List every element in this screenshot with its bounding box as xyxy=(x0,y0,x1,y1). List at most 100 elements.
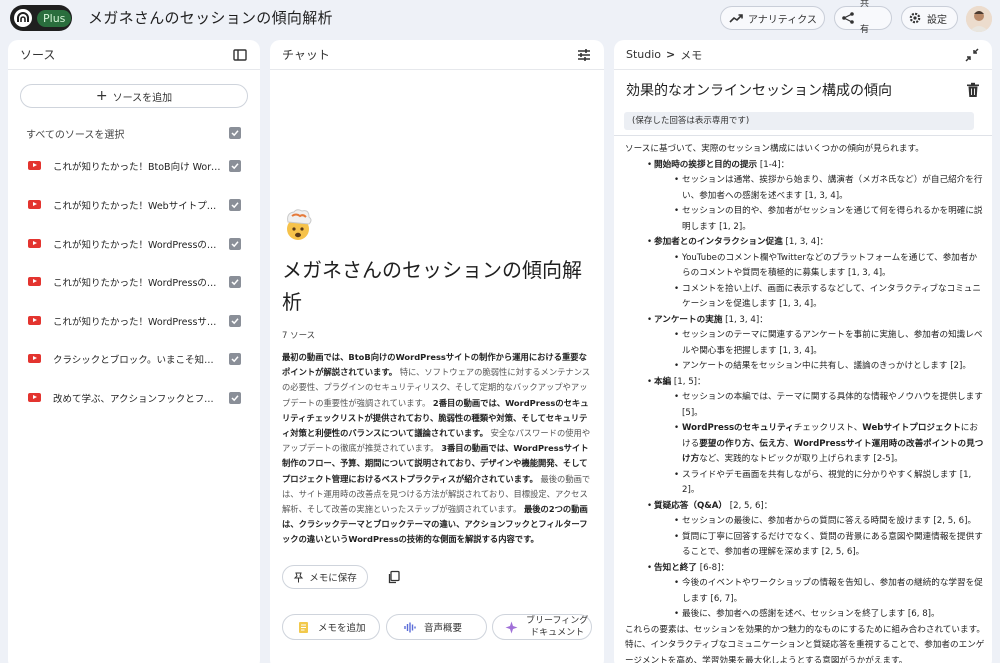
memo-text-segment: [2, 5, 6]： xyxy=(727,500,773,511)
youtube-icon xyxy=(28,316,41,325)
memo-section-item: 本編 [1, 5]： xyxy=(625,375,985,391)
save-to-memo-button[interactable]: メモに保存 xyxy=(282,565,368,589)
avatar[interactable] xyxy=(966,6,992,32)
source-item[interactable]: これが知りたかった！WordPressのセキュリティ xyxy=(8,235,260,255)
collapse-icon[interactable] xyxy=(964,47,980,63)
audio-overview-button[interactable]: 音声概要 xyxy=(386,614,487,640)
memo-section-item: アンケートの実施 [1, 3, 4]： xyxy=(625,313,985,329)
breadcrumb: Studio > メモ xyxy=(626,47,702,63)
briefing-label-line-2: ドキュメント xyxy=(530,628,585,638)
checkbox-checked-icon xyxy=(231,241,239,248)
add-source-button[interactable]: + ソースを追加 xyxy=(20,84,248,108)
briefing-label-line-1: ブリーフィング xyxy=(526,616,589,626)
gear-icon xyxy=(909,12,921,24)
source-checkbox[interactable] xyxy=(229,238,241,250)
top-bar: Plus メガネさんのセッションの傾向解析 アナリティクス 共有 設定 xyxy=(0,0,1000,38)
memo-section-item: 開始時の挨拶と目的の提示 [1-4]： xyxy=(625,158,985,174)
sources-header: ソース xyxy=(8,40,260,70)
settings-button[interactable]: 設定 xyxy=(901,6,958,30)
source-item[interactable]: これが知りたかった！Webサイトプロジェクト xyxy=(8,196,260,216)
exploding-head-emoji-icon xyxy=(287,209,312,240)
youtube-icon xyxy=(28,277,41,286)
memo-text-segment: 要望の作り方、伝え方 xyxy=(699,438,786,449)
pin-icon xyxy=(294,572,304,582)
share-label: 共有 xyxy=(860,0,872,36)
chat-title: チャット xyxy=(282,48,330,62)
memo-bullet-item: セッションの最後に、参加者からの質問に答える時間を設けます [2, 5, 6]。 xyxy=(625,514,985,530)
checkbox-checked-icon xyxy=(231,163,239,170)
youtube-icon xyxy=(28,354,41,363)
sources-title: ソース xyxy=(20,48,56,62)
source-item[interactable]: これが知りたかった！WordPressサイト制作 xyxy=(8,312,260,332)
sidebar-toggle-icon[interactable] xyxy=(232,47,248,63)
memo-text-segment: セッションは通常、挨拶から始まり、講演者（メガネ氏など）が自己紹介を行い、参加者… xyxy=(682,175,983,201)
source-item[interactable]: クラシックとブロック。いまこそ知りたい xyxy=(8,350,260,370)
avatar-image xyxy=(966,6,992,32)
notebook-title[interactable]: メガネさんのセッションの傾向解析 xyxy=(88,7,333,28)
source-checkbox[interactable] xyxy=(229,160,241,172)
add-memo-button[interactable]: メモを追加 xyxy=(282,614,380,640)
trash-icon[interactable] xyxy=(966,82,980,98)
source-checkbox[interactable] xyxy=(229,392,241,404)
audio-waveform-icon xyxy=(404,622,416,632)
source-item[interactable]: これが知りたかった！BtoB向け WordPressサイト xyxy=(8,157,260,177)
studio-panel: Studio > メモ 効果的なオンラインセッション構成の傾向 (保存した回答は… xyxy=(614,40,992,663)
memo-text-segment: コメントを拾い上げ、画面に表示するなどして、インタラクティブなコミュニケーション… xyxy=(682,283,981,310)
memo-bullet-item: 今後のイベントやワークショップの情報を告知し、参加者の継続的な学習を促します [… xyxy=(625,576,985,607)
memo-section-item: 告知と終了 [6-8]： xyxy=(625,561,985,577)
share-label-line-1: 共 xyxy=(860,0,870,9)
source-title: 改めて学ぶ、アクションフックとフィルターフック xyxy=(53,394,223,405)
memo-title: 効果的なオンラインセッション構成の傾向 xyxy=(626,83,892,99)
select-all-label: すべてのソースを選択 xyxy=(26,130,125,141)
source-checkbox[interactable] xyxy=(229,199,241,211)
memo-text-segment: 開始時の挨拶と目的の提示 xyxy=(654,159,758,170)
checkbox-checked-icon xyxy=(231,356,239,363)
memo-bullet-item: コメントを拾い上げ、画面に表示するなどして、インタラクティブなコミュニケーション… xyxy=(625,282,985,313)
source-title: クラシックとブロック。いまこそ知りたい xyxy=(53,355,223,366)
memo-text-segment: セッションのテーマに関連するアンケートを事前に実施し、参加者の知識レベルや関心事… xyxy=(682,330,983,356)
memo-text-segment: 参加者とのインタラクション促進 xyxy=(654,237,783,247)
source-item[interactable]: これが知りたかった！WordPressの運用 xyxy=(8,273,260,293)
memo-bullet-item: スライドやデモ画面を共有しながら、視覚的に分かりやすく解説します [1, 2]。 xyxy=(625,468,985,499)
memo-bullet-item: WordPressのセキュリティチェックリスト、Webサイトプロジェクトにおける… xyxy=(625,421,985,468)
breadcrumb-memo: メモ xyxy=(680,48,703,62)
checkbox-checked-icon xyxy=(231,318,239,325)
source-checkbox[interactable] xyxy=(229,315,241,327)
source-item[interactable]: 改めて学ぶ、アクションフックとフィルターフック xyxy=(8,389,260,409)
memo-text-segment: セッションの目的や、参加者がセッションを通じて何を得られるかを明確に説明します … xyxy=(682,206,983,232)
source-checkbox[interactable] xyxy=(229,276,241,288)
analytics-label: アナリティクス xyxy=(748,14,817,26)
memo-text-segment: 質問に丁寧に回答するだけでなく、質問の背景にある意図や関連情報を提供することで、… xyxy=(682,531,983,558)
analytics-button[interactable]: アナリティクス xyxy=(720,6,825,30)
memo-text-segment: [1, 3, 4]： xyxy=(722,314,768,325)
sources-panel: ソース + ソースを追加 すべてのソースを選択 これが知りたかった！BtoB向け… xyxy=(8,40,260,663)
notebook-summary: 最初の動画では、BtoB向けのWordPressサイトの制作から運用における重要… xyxy=(282,350,594,548)
tune-icon[interactable] xyxy=(576,47,592,63)
memo-bullet-item: セッションは通常、挨拶から始まり、講演者（メガネ氏など）が自己紹介を行い、参加者… xyxy=(625,173,985,204)
sparkle-icon xyxy=(505,621,518,633)
youtube-icon xyxy=(28,161,41,170)
memo-text-segment: セッションの最後に、参加者からの質問に答える時間を設けます [2, 5, 6]。 xyxy=(682,516,977,526)
memo-text-segment: [6-8]： xyxy=(696,562,730,573)
source-checkbox[interactable] xyxy=(229,353,241,365)
memo-paragraph: ソースに基づいて、実際のセッション構成にはいくつかの傾向が見られます。 xyxy=(625,142,985,158)
memo-text-segment: 最後に、参加者への感謝を述べ、セッションを終了します [6, 8]。 xyxy=(682,609,940,619)
source-title: これが知りたかった！WordPressのセキュリティ xyxy=(53,240,223,251)
share-button[interactable]: 共有 xyxy=(834,0,892,35)
notebooklm-logo-icon xyxy=(14,9,32,27)
memo-text-segment: 本編 xyxy=(654,376,672,387)
memo-text-segment: [1-4]： xyxy=(757,159,790,170)
notebooklm-logo[interactable]: Plus xyxy=(10,5,72,31)
notebook-heading: メガネさんのセッションの傾向解析 xyxy=(282,258,582,314)
briefing-document-button[interactable]: ブリーフィング ドキュメント xyxy=(492,614,592,640)
memo-text-segment: [1, 5]： xyxy=(671,376,706,387)
copy-icon[interactable] xyxy=(387,570,401,584)
memo-bullet-item: セッションの本編では、テーマに関する具体的な情報やノウハウを提供します [5]。 xyxy=(625,390,985,421)
select-all-checkbox[interactable] xyxy=(229,127,241,139)
checkbox-checked-icon xyxy=(231,202,239,209)
memo-text-segment: アンケートの結果をセッション中に共有し、議論のきっかけとします [2]。 xyxy=(682,361,971,371)
divider xyxy=(614,135,992,136)
memo-text-segment: チェックリスト、 xyxy=(793,423,863,433)
breadcrumb-studio[interactable]: Studio xyxy=(626,48,661,61)
memo-text-segment: ソースに基づいて、実際のセッション構成にはいくつかの傾向が見られます。 xyxy=(625,144,924,154)
